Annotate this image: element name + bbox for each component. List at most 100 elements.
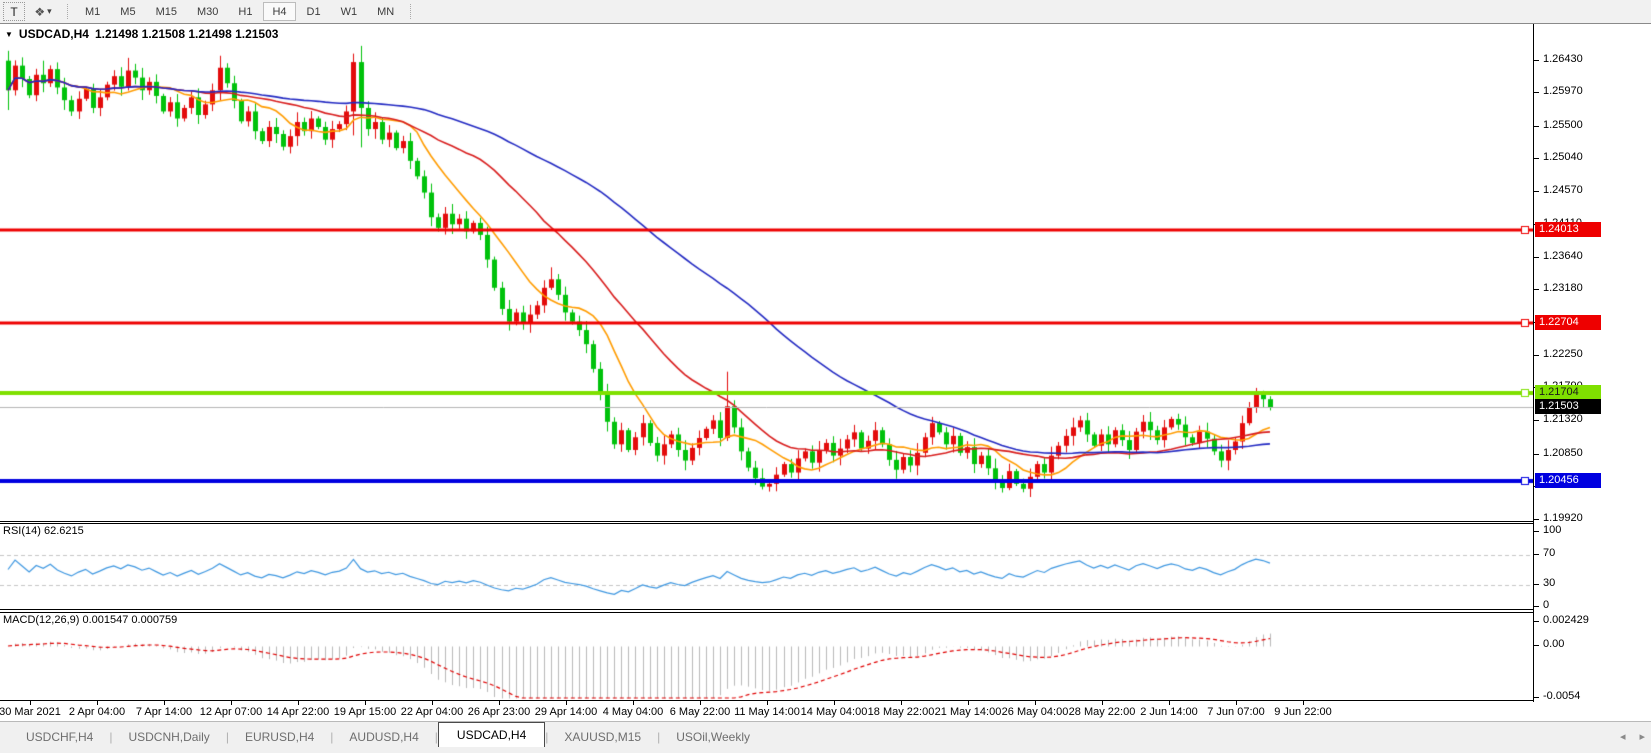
price-line-label[interactable]: 1.21704 <box>1535 385 1601 400</box>
time-tick-label: 2 Apr 04:00 <box>69 706 125 718</box>
tab-xauusd-m15[interactable]: XAUUSD,M15 <box>548 726 657 748</box>
tab-eurusd-h4[interactable]: EURUSD,H4 <box>229 726 330 748</box>
time-axis: 30 Mar 20212 Apr 04:007 Apr 14:0012 Apr … <box>0 701 1533 722</box>
price-tick-label: 1.23180 <box>1543 282 1583 294</box>
time-tick-mark <box>1102 701 1103 705</box>
time-tick-mark <box>968 701 969 705</box>
time-tick-label: 29 Apr 14:00 <box>535 706 597 718</box>
price-tick-mark <box>1534 257 1539 258</box>
price-tick-mark <box>1534 158 1539 159</box>
time-tick-mark <box>700 701 701 705</box>
tab-audusd-h4[interactable]: AUDUSD,H4 <box>333 726 434 748</box>
time-tick-label: 14 Apr 22:00 <box>267 706 329 718</box>
chart-ohlc-quotes: 1.21498 1.21508 1.21498 1.21503 <box>95 27 279 41</box>
price-tick-label: 1.24570 <box>1543 184 1583 196</box>
timeframe-button-MN[interactable]: MN <box>368 2 403 21</box>
toolbar-grip <box>410 4 412 19</box>
time-tick-label: 22 Apr 04:00 <box>401 706 463 718</box>
price-axis: 1.264301.259701.255001.250401.245701.241… <box>1533 24 1651 722</box>
price-chart-canvas[interactable] <box>0 24 1533 521</box>
tabs-scroll-left-button[interactable]: ◂ <box>1620 730 1626 743</box>
macd-tick-mark <box>1534 697 1539 698</box>
chart-title: ▼ USDCAD,H4 1.21498 1.21508 1.21498 1.21… <box>5 27 278 41</box>
price-tick-label: 1.21320 <box>1543 413 1583 425</box>
timeframe-button-M30[interactable]: M30 <box>188 2 227 21</box>
time-tick-label: 21 May 14:00 <box>935 706 1002 718</box>
toolbar-grip <box>67 4 69 19</box>
rsi-tick-mark <box>1534 531 1539 532</box>
price-tick-mark <box>1534 289 1539 290</box>
macd-panel: MACD(12,26,9) 0.001547 0.000759 <box>0 612 1533 701</box>
current-price-label: 1.21503 <box>1535 399 1601 414</box>
price-tick-label: 1.19920 <box>1543 512 1583 524</box>
price-tick-label: 1.25500 <box>1543 119 1583 131</box>
macd-tick-mark <box>1534 645 1539 646</box>
time-tick-mark <box>566 701 567 705</box>
time-tick-mark <box>767 701 768 705</box>
price-tick-mark <box>1534 191 1539 192</box>
time-tick-label: 6 May 22:00 <box>670 706 731 718</box>
rsi-tick-mark <box>1534 606 1539 607</box>
time-tick-mark <box>432 701 433 705</box>
tab-usoil-weekly[interactable]: USOil,Weekly <box>660 726 766 748</box>
timeframe-button-D1[interactable]: D1 <box>298 2 330 21</box>
timeframe-button-M5[interactable]: M5 <box>111 2 144 21</box>
time-tick-label: 7 Jun 07:00 <box>1207 706 1265 718</box>
time-tick-label: 30 Mar 2021 <box>0 706 61 718</box>
time-tick-mark <box>164 701 165 705</box>
price-tick-mark <box>1534 92 1539 93</box>
chevron-down-icon: ▾ <box>47 6 52 17</box>
tab-usdchf-h4[interactable]: USDCHF,H4 <box>10 726 109 748</box>
tabs-scroll-right-button[interactable]: ▸ <box>1639 730 1645 743</box>
price-tick-mark <box>1534 519 1539 520</box>
time-tick-label: 2 Jun 14:00 <box>1140 706 1198 718</box>
arrows-tool-button[interactable]: ❖ ▾ <box>25 2 61 21</box>
time-tick-label: 28 May 22:00 <box>1069 706 1136 718</box>
price-tick-label: 1.26430 <box>1543 53 1583 65</box>
tab-usdcnh-daily[interactable]: USDCNH,Daily <box>112 726 225 748</box>
time-tick-mark <box>1303 701 1304 705</box>
chart-symbol-label: USDCAD,H4 <box>19 27 89 41</box>
rsi-canvas[interactable] <box>0 524 1533 609</box>
time-tick-mark <box>1236 701 1237 705</box>
collapse-triangle-icon[interactable]: ▼ <box>5 30 13 39</box>
rsi-tick-label: 70 <box>1543 547 1555 559</box>
timeframe-button-H4[interactable]: H4 <box>263 2 295 21</box>
timeframe-button-W1[interactable]: W1 <box>332 2 367 21</box>
time-tick-mark <box>231 701 232 705</box>
text-tool-button[interactable]: T <box>3 2 25 21</box>
chart-tabs-bar: USDCHF,H4|USDCNH,Daily|EURUSD,H4|AUDUSD,… <box>0 721 1651 748</box>
price-line-label[interactable]: 1.20456 <box>1535 473 1601 488</box>
price-line-label[interactable]: 1.24013 <box>1535 222 1601 237</box>
time-tick-mark <box>633 701 634 705</box>
price-tick-label: 1.23640 <box>1543 250 1583 262</box>
macd-tick-label: 0.002429 <box>1543 614 1589 626</box>
tab-usdcad-h4[interactable]: USDCAD,H4 <box>438 722 545 748</box>
timeframe-button-M1[interactable]: M1 <box>76 2 109 21</box>
timeframe-toolbar: M1M5M15M30H1H4D1W1MN <box>75 0 404 23</box>
timeframe-button-M15[interactable]: M15 <box>147 2 186 21</box>
chart-tabs: USDCHF,H4|USDCNH,Daily|EURUSD,H4|AUDUSD,… <box>0 722 766 748</box>
rsi-tick-mark <box>1534 584 1539 585</box>
chart-window: ▼ USDCAD,H4 1.21498 1.21508 1.21498 1.21… <box>0 23 1651 722</box>
timeframe-button-H1[interactable]: H1 <box>229 2 261 21</box>
price-tick-label: 1.25040 <box>1543 151 1583 163</box>
time-tick-label: 19 Apr 15:00 <box>334 706 396 718</box>
time-tick-label: 4 May 04:00 <box>603 706 664 718</box>
time-tick-mark <box>298 701 299 705</box>
time-tick-mark <box>365 701 366 705</box>
price-line-label[interactable]: 1.22704 <box>1535 315 1601 330</box>
price-tick-mark <box>1534 60 1539 61</box>
price-tick-label: 1.25970 <box>1543 85 1583 97</box>
time-tick-mark <box>834 701 835 705</box>
macd-tick-label: -0.0054 <box>1543 690 1580 702</box>
time-tick-label: 9 Jun 22:00 <box>1274 706 1332 718</box>
price-tick-mark <box>1534 420 1539 421</box>
time-tick-label: 11 May 14:00 <box>734 706 800 718</box>
arrows-icon: ❖ <box>34 5 45 19</box>
time-tick-mark <box>1169 701 1170 705</box>
time-tick-mark <box>499 701 500 705</box>
price-chart-panel: ▼ USDCAD,H4 1.21498 1.21508 1.21498 1.21… <box>0 24 1533 522</box>
macd-canvas[interactable] <box>0 613 1533 700</box>
rsi-panel: RSI(14) 62.6215 <box>0 523 1533 610</box>
